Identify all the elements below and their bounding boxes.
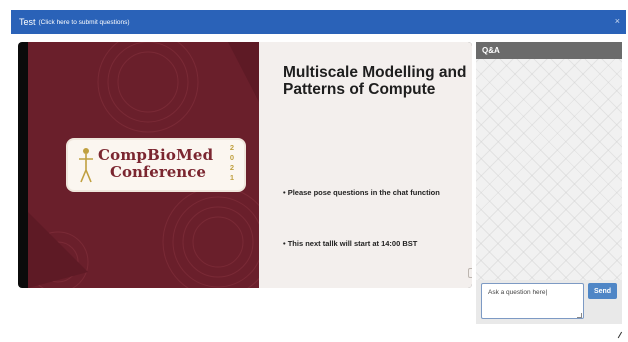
- slide-left-panel: CompBioMed Conference 2 0 2 1: [28, 42, 259, 288]
- logo-text-line2: Conference: [110, 163, 206, 181]
- vitruvian-figure-icon: [79, 148, 93, 183]
- event-header-bar[interactable]: Test (Click here to submit questions) ×: [11, 10, 626, 34]
- slide-right-panel: Multiscale Modelling and Patterns of Com…: [259, 42, 472, 288]
- resize-grip-icon[interactable]: [577, 313, 582, 318]
- logo-year-digit: 1: [229, 173, 235, 182]
- send-button[interactable]: Send: [588, 283, 617, 299]
- mouse-cursor-icon: [617, 331, 628, 342]
- page: Test (Click here to submit questions) × …: [0, 0, 628, 342]
- logo-year-digit: 2: [229, 163, 235, 172]
- event-title: Test: [19, 17, 36, 27]
- logo-year-digit: 0: [229, 153, 235, 162]
- qa-compose-area: Ask a question here| Send: [476, 280, 622, 324]
- fullscreen-icon[interactable]: [468, 268, 472, 278]
- logo-text-line1: CompBioMed: [98, 146, 214, 164]
- qa-panel: Q&A Ask a question here| Send: [476, 42, 622, 324]
- logo-year: 2 0 2 1: [227, 143, 237, 183]
- slide-bullet: • This next tallk will start at 14:00 BS…: [283, 239, 418, 248]
- qa-header: Q&A: [476, 42, 622, 59]
- video-player[interactable]: CompBioMed Conference 2 0 2 1 Multiscale…: [18, 42, 472, 288]
- slide-bullet: • Please pose questions in the chat func…: [283, 188, 440, 197]
- slide-title: Multiscale Modelling and Patterns of Com…: [283, 64, 467, 98]
- compbiomed-logo: CompBioMed Conference 2 0 2 1: [68, 140, 244, 190]
- submit-questions-link[interactable]: (Click here to submit questions): [39, 19, 130, 26]
- question-input[interactable]: Ask a question here|: [481, 283, 584, 319]
- logo-year-digit: 2: [229, 143, 235, 152]
- close-icon[interactable]: ×: [615, 16, 620, 26]
